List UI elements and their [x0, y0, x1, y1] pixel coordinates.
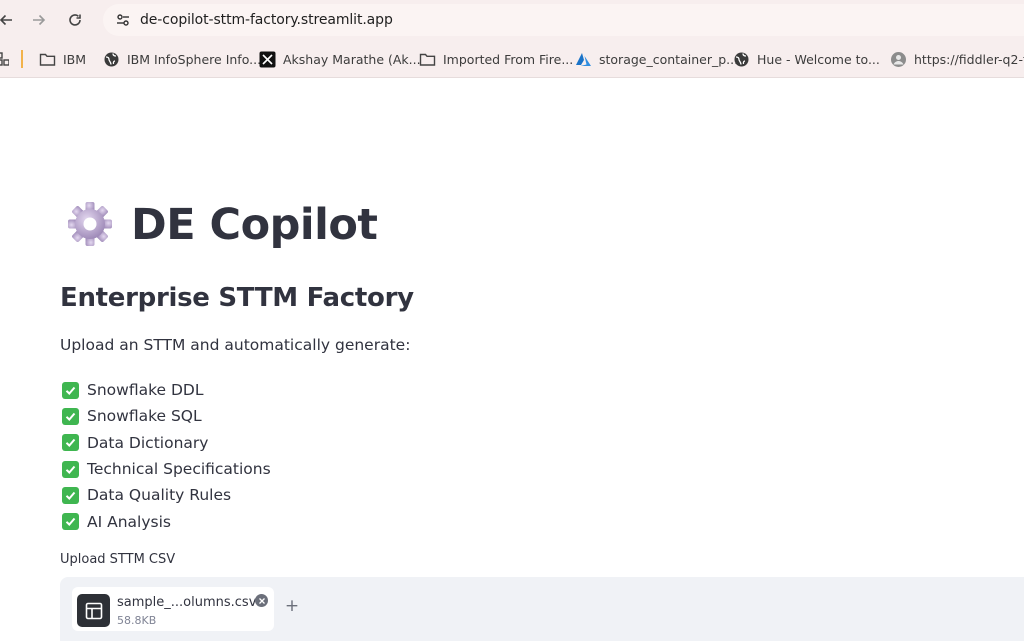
globe-icon — [733, 51, 750, 68]
list-item: AI Analysis — [62, 508, 271, 534]
bookmark-fiddler[interactable]: https://fiddler-q2-fl... — [890, 49, 1024, 69]
close-icon — [258, 597, 265, 604]
file-size: 58.8KB — [117, 614, 157, 627]
bookmark-storage-container[interactable]: storage_container_p... — [575, 49, 738, 69]
check-mark-icon — [62, 460, 79, 478]
add-file-button[interactable]: + — [284, 596, 300, 616]
table-file-icon — [77, 594, 110, 627]
bookmark-hue[interactable]: Hue - Welcome to... — [733, 49, 880, 69]
bookmark-label: https://fiddler-q2-fl... — [914, 51, 1024, 67]
list-item: Technical Specifications — [62, 456, 271, 482]
site-info-button[interactable] — [111, 8, 135, 32]
list-item: Snowflake SQL — [62, 403, 271, 429]
check-mark-icon — [62, 486, 79, 504]
bookmarks-bar: IBM IBM InfoSphere Info... Akshay Marath… — [0, 40, 1024, 78]
bookmark-imported-from-firefox[interactable]: Imported From Fire... — [419, 49, 573, 69]
address-bar[interactable]: de-copilot-sttm-factory.streamlit.app — [103, 4, 1024, 36]
check-mark-icon — [62, 513, 79, 531]
upload-label: Upload STTM CSV — [60, 552, 176, 567]
forward-arrow-icon — [33, 14, 46, 26]
check-mark-icon — [62, 381, 79, 399]
feature-label: Snowflake DDL — [87, 381, 204, 400]
list-item: Snowflake DDL — [62, 377, 271, 403]
folder-icon — [419, 51, 436, 68]
feature-label: Data Dictionary — [87, 433, 209, 452]
list-item: Data Dictionary — [62, 430, 271, 456]
bookmark-label: storage_container_p... — [599, 51, 739, 67]
page-title: DE Copilot — [131, 200, 378, 250]
bookmark-ibm[interactable]: IBM — [39, 49, 86, 69]
check-mark-icon — [62, 434, 79, 452]
globe-icon — [103, 51, 120, 68]
bookmark-label: IBM InfoSphere Info... — [127, 51, 262, 67]
reload-button[interactable] — [63, 8, 87, 32]
feature-list: Snowflake DDL Snowflake SQL Data Diction… — [62, 377, 271, 535]
remove-file-button[interactable] — [255, 594, 268, 607]
gear-icon — [68, 202, 112, 246]
feature-label: AI Analysis — [87, 512, 171, 531]
list-item: Data Quality Rules — [62, 482, 271, 508]
feature-label: Technical Specifications — [87, 460, 271, 479]
bookmark-label: Akshay Marathe (Ak... — [283, 51, 421, 67]
apps-grid-icon[interactable] — [0, 51, 9, 67]
file-name: sample_...olumns.csv — [117, 595, 257, 610]
tune-icon — [117, 14, 129, 26]
back-arrow-icon — [0, 14, 12, 26]
x-logo-icon — [259, 51, 276, 68]
page-subtitle: Enterprise STTM Factory — [60, 283, 414, 313]
forward-button[interactable] — [27, 8, 51, 32]
uploaded-file-chip: sample_...olumns.csv 58.8KB — [72, 587, 274, 631]
reload-icon — [69, 14, 81, 26]
azure-icon — [575, 51, 592, 68]
intro-text: Upload an STTM and automatically generat… — [60, 336, 411, 354]
file-dropzone[interactable]: sample_...olumns.csv 58.8KB + — [60, 577, 1024, 641]
url-text[interactable]: de-copilot-sttm-factory.streamlit.app — [140, 12, 393, 28]
bookmark-separator — [21, 50, 23, 68]
bookmark-label: Imported From Fire... — [443, 51, 574, 67]
bookmark-label: IBM — [63, 51, 87, 67]
avatar-icon — [890, 51, 907, 68]
bookmark-ibm-infosphere[interactable]: IBM InfoSphere Info... — [103, 49, 261, 69]
check-mark-icon — [62, 407, 79, 425]
bookmark-label: Hue - Welcome to... — [757, 51, 880, 67]
folder-icon — [39, 51, 56, 68]
feature-label: Snowflake SQL — [87, 407, 202, 426]
feature-label: Data Quality Rules — [87, 486, 232, 505]
back-button[interactable] — [0, 8, 18, 32]
browser-toolbar: de-copilot-sttm-factory.streamlit.app — [0, 0, 1024, 40]
bookmark-akshay-marathe[interactable]: Akshay Marathe (Ak... — [259, 49, 421, 69]
